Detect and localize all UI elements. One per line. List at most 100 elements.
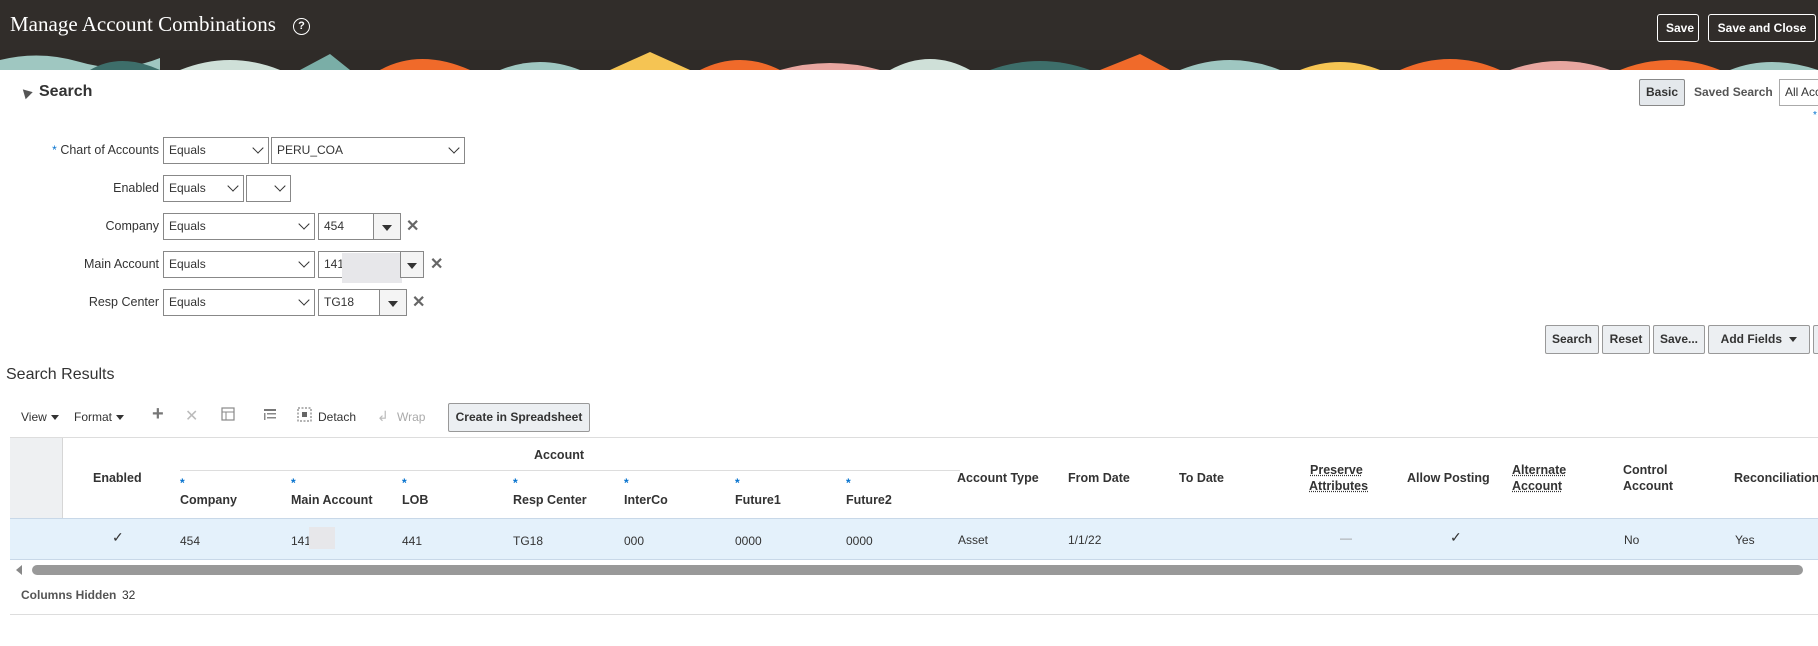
chart-of-accounts-label-text: Chart of Accounts (60, 143, 159, 157)
chart-of-accounts-value[interactable]: PERU_COA (271, 137, 465, 164)
enabled-operator[interactable]: Equals (163, 175, 244, 202)
columns-hidden-count[interactable]: 32 (122, 588, 135, 602)
chevron-down-icon (298, 256, 310, 268)
add-fields-button[interactable]: Add Fields (1708, 325, 1810, 354)
company-value: 454 (324, 219, 345, 233)
chart-of-accounts-operator[interactable]: Equals (163, 137, 269, 164)
chevron-down-icon (252, 142, 264, 154)
operator-value: Equals (169, 219, 206, 233)
company-dropdown-button[interactable] (373, 213, 401, 240)
resp-center-dropdown-button[interactable] (379, 289, 407, 316)
company-operator[interactable]: Equals (163, 213, 315, 240)
collapse-triangle-icon[interactable] (19, 85, 33, 100)
col-preserve-attributes-line2[interactable]: Attributes (1309, 479, 1368, 493)
search-section-title: Search (39, 83, 93, 100)
view-menu[interactable]: View (21, 410, 59, 424)
cell-allow-posting: ✓ (1450, 529, 1462, 545)
more-button[interactable] (1813, 325, 1818, 354)
cell-enabled: ✓ (112, 529, 124, 545)
divider (10, 614, 1818, 615)
col-preserve-attributes-line1[interactable]: Preserve (1310, 463, 1363, 477)
save-button[interactable]: Save (1657, 14, 1699, 42)
required-icon: * (624, 476, 629, 490)
account-group-header: Account (534, 448, 584, 462)
col-main-account[interactable]: Main Account (291, 493, 372, 507)
cell-account-type: Asset (958, 533, 989, 547)
scroll-left-icon[interactable] (16, 565, 22, 575)
col-company[interactable]: Company (180, 493, 237, 507)
col-to-date[interactable]: To Date (1179, 471, 1224, 485)
delete-icon[interactable]: ✕ (185, 406, 198, 426)
wrap-button[interactable]: Wrap (397, 410, 425, 424)
detach-icon[interactable] (296, 406, 313, 428)
col-control-account-line2[interactable]: Account (1623, 479, 1673, 493)
cell-from-date: 1/1/22 (1068, 533, 1102, 547)
create-in-spreadsheet-button[interactable]: Create in Spreadsheet (448, 403, 590, 432)
cell-company: 454 (180, 534, 201, 548)
resp-center-operator[interactable]: Equals (163, 289, 315, 316)
required-icon: * (402, 476, 407, 490)
results-table: Account Enabled * Company * Main Account… (10, 437, 1818, 560)
help-icon[interactable]: ? (293, 18, 310, 35)
required-icon: * (180, 476, 185, 490)
saved-search-select[interactable]: All Acc (1779, 79, 1818, 106)
col-future2[interactable]: Future2 (846, 493, 892, 507)
cell-lob: 441 (402, 534, 423, 548)
wrap-icon[interactable]: ↲ (377, 408, 389, 425)
triangle-down-icon (50, 415, 59, 421)
basic-button[interactable]: Basic (1639, 79, 1685, 106)
main-account-label: Main Account (83, 257, 159, 271)
col-interco[interactable]: InterCo (624, 493, 668, 507)
page-header: Manage Account Combinations ? Save Save … (0, 0, 1818, 50)
operator-value: Equals (169, 181, 206, 195)
search-button[interactable]: Search (1545, 325, 1599, 354)
required-icon: * (846, 476, 851, 490)
col-allow-posting[interactable]: Allow Posting (1407, 471, 1490, 485)
col-alternate-account-line1[interactable]: Alternate (1512, 463, 1566, 477)
operator-value: Equals (169, 143, 206, 157)
redacted-region (342, 253, 402, 283)
col-alternate-account-line2[interactable]: Account (1512, 479, 1562, 493)
resp-center-value-input[interactable]: TG18 (318, 289, 380, 316)
horizontal-scrollbar[interactable] (10, 563, 1818, 577)
company-value-input[interactable]: 454 (318, 213, 374, 240)
save-and-close-button[interactable]: Save and Close (1708, 14, 1816, 42)
col-control-account-line1[interactable]: Control (1623, 463, 1667, 477)
operator-value: Equals (169, 295, 206, 309)
remove-field-icon[interactable]: ✕ (412, 292, 425, 312)
search-results-title: Search Results (6, 366, 115, 383)
remove-field-icon[interactable]: ✕ (406, 216, 419, 236)
main-account-operator[interactable]: Equals (163, 251, 315, 278)
table-row[interactable]: ✓ 454 141 441 TG18 000 0000 0000 Asset 1… (10, 518, 1818, 560)
enabled-value[interactable] (246, 175, 291, 202)
col-reconciliation[interactable]: Reconciliation (1734, 471, 1818, 485)
col-lob[interactable]: LOB (402, 493, 428, 507)
reset-button[interactable]: Reset (1602, 325, 1650, 354)
triangle-down-icon (116, 415, 125, 421)
required-icon: * (735, 476, 740, 490)
format-menu[interactable]: Format (74, 410, 125, 424)
required-icon: * (513, 476, 518, 490)
add-icon[interactable]: + (152, 403, 164, 426)
col-resp-center[interactable]: Resp Center (513, 493, 587, 507)
detach-button[interactable]: Detach (318, 410, 356, 424)
triangle-down-icon (388, 301, 398, 307)
col-enabled[interactable]: Enabled (93, 471, 142, 485)
triangle-down-icon (382, 225, 392, 231)
group-divider (180, 470, 960, 471)
save-search-button[interactable]: Save... (1653, 325, 1705, 354)
edit-columns-icon[interactable] (220, 406, 237, 428)
col-account-type[interactable]: Account Type (957, 471, 1039, 485)
chevron-down-icon (448, 142, 460, 154)
enabled-label: Enabled (113, 181, 159, 195)
chevron-down-icon (274, 180, 286, 192)
main-account-dropdown-button[interactable] (400, 251, 424, 278)
freeze-icon[interactable] (262, 406, 279, 428)
saved-search-label: Saved Search (1694, 85, 1773, 99)
chevron-down-icon (298, 218, 310, 230)
chevron-down-icon (227, 180, 239, 192)
remove-field-icon[interactable]: ✕ (430, 254, 443, 274)
col-from-date[interactable]: From Date (1068, 471, 1130, 485)
col-future1[interactable]: Future1 (735, 493, 781, 507)
scroll-thumb[interactable] (32, 565, 1803, 575)
